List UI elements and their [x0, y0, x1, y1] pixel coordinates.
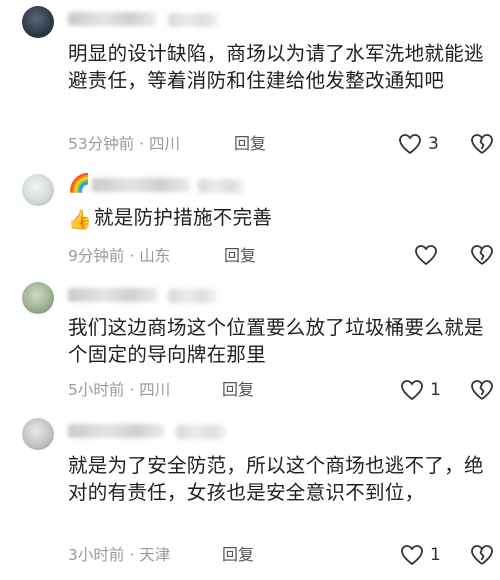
comment-time: 53分钟前	[68, 135, 135, 153]
heart-icon[interactable]	[400, 544, 424, 566]
comment-text: 👍 就是防护措施不完善	[68, 204, 488, 234]
broken-heart-icon[interactable]	[470, 243, 494, 267]
broken-heart-icon[interactable]	[470, 132, 494, 156]
comment-text: 我们这边商场这个位置要么放了垃圾桶要么就是个固定的导向牌在那里	[68, 316, 484, 366]
meta-separator: ·	[129, 381, 135, 399]
reply-button[interactable]: 回复	[222, 545, 254, 565]
comment-location: 四川	[149, 135, 181, 153]
username-blurred[interactable]	[68, 12, 156, 26]
avatar[interactable]	[22, 174, 54, 206]
broken-heart-icon[interactable]	[470, 543, 494, 567]
comment-meta: 53分钟前 · 四川	[68, 134, 180, 154]
username-blurred	[198, 179, 244, 193]
heart-icon[interactable]	[398, 133, 422, 155]
broken-heart-icon[interactable]	[470, 378, 494, 402]
like-count: 1	[430, 380, 441, 400]
avatar[interactable]	[22, 282, 54, 314]
rainbow-badge: 🌈	[68, 173, 91, 194]
comment-meta: 3小时前 · 天津	[68, 545, 170, 565]
username-blurred	[176, 425, 226, 439]
meta-separator: ·	[129, 546, 135, 564]
avatar[interactable]	[22, 6, 54, 38]
comment-location: 天津	[139, 546, 171, 564]
meta-separator: ·	[129, 247, 135, 265]
reply-button[interactable]: 回复	[222, 380, 254, 400]
username-blurred[interactable]	[92, 178, 190, 192]
comment-location: 四川	[139, 381, 171, 399]
comment-location: 山东	[139, 247, 171, 265]
reply-button[interactable]: 回复	[234, 134, 266, 154]
meta-separator: ·	[139, 135, 145, 153]
heart-icon[interactable]	[400, 379, 424, 401]
avatar[interactable]	[22, 418, 54, 450]
comment-time: 5小时前	[68, 381, 125, 399]
comment-time: 9分钟前	[68, 247, 125, 265]
comment-text-body: 就是防护措施不完善	[93, 206, 273, 229]
username-blurred	[168, 13, 218, 27]
comment-text: 明显的设计缺陷，商场以为请了水军洗地就能逃避责任，等着消防和住建给他发整改通知吧	[68, 42, 484, 92]
comment-text: 就是为了安全防范，所以这个商场也逃不了，绝对的有责任，女孩也是安全意识不到位，	[68, 454, 484, 504]
comment-meta: 9分钟前 · 山东	[68, 246, 170, 266]
comment-time: 3小时前	[68, 546, 125, 564]
heart-icon[interactable]	[414, 244, 438, 266]
thumbs-up-icon: 👍	[68, 209, 92, 231]
comment-meta: 5小时前 · 四川	[68, 380, 170, 400]
username-blurred	[168, 289, 216, 303]
like-count: 1	[430, 545, 441, 565]
username-blurred[interactable]	[68, 424, 164, 438]
reply-button[interactable]: 回复	[224, 246, 256, 266]
like-count: 3	[428, 134, 439, 154]
username-blurred[interactable]	[68, 288, 158, 302]
